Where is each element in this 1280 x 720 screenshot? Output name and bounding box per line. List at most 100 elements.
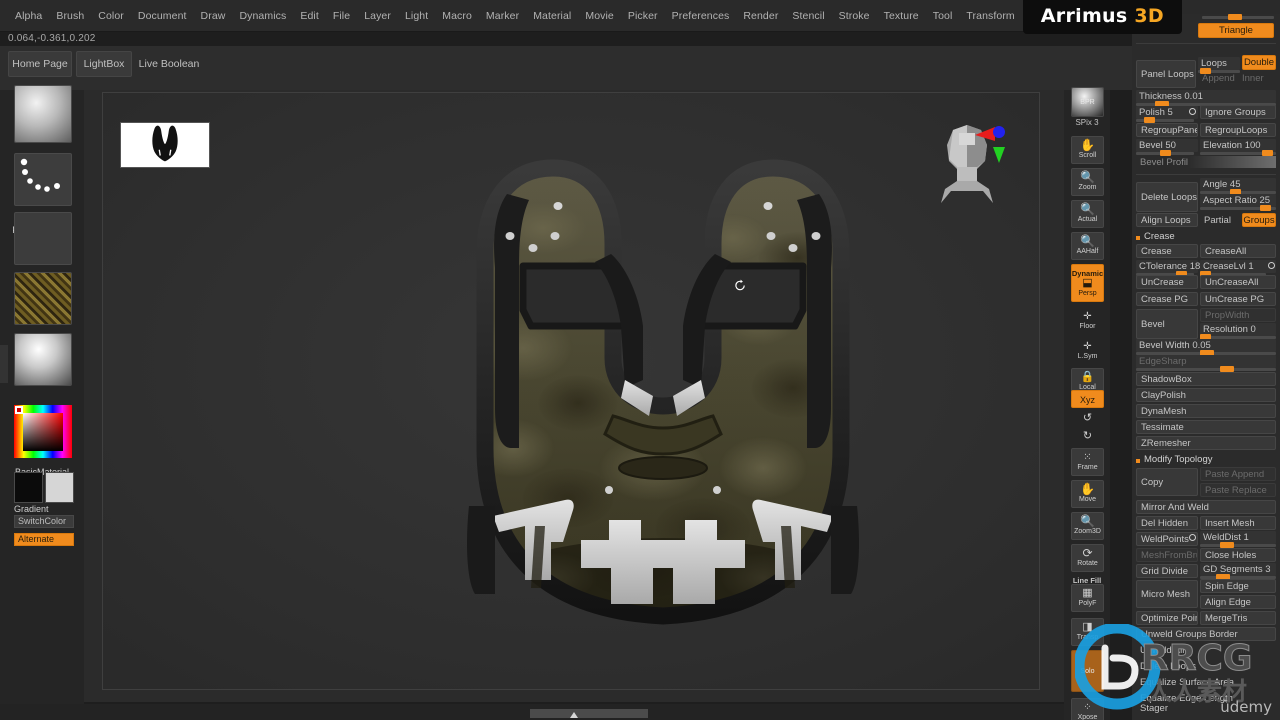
alternate-button[interactable]: Alternate [14,533,74,546]
crease-button[interactable]: Crease [1136,244,1198,258]
align-edge-button[interactable]: Align Edge [1200,595,1276,609]
xyz-button[interactable]: Xyz [1071,390,1104,408]
aahalf-button[interactable]: 🔍 AAHalf [1071,232,1104,260]
unweld-all-button[interactable]: Unweld All [1136,643,1276,657]
3d-model-chest-armor[interactable] [403,148,923,668]
undo-button[interactable]: ↺ [1071,410,1104,426]
bottom-scrollbar[interactable] [0,704,1064,720]
mesh-from-brush-button[interactable]: MeshFromBrush [1136,548,1198,562]
panel-loops-button[interactable]: Panel Loops [1136,60,1196,88]
menu-item-material[interactable]: Material [526,7,578,25]
inner-button[interactable]: Inner [1238,72,1272,85]
uncrease-pg-button[interactable]: UnCrease PG [1200,292,1276,306]
menu-item-draw[interactable]: Draw [194,7,233,25]
paste-append-button[interactable]: Paste Append [1200,467,1276,481]
menu-item-edit[interactable]: Edit [293,7,326,25]
ctolerance-slider[interactable]: CTolerance 180 [1136,260,1206,273]
unweld-groups-border-button[interactable]: Unweld Groups Border [1136,627,1276,641]
home-page-button[interactable]: Home Page [8,51,72,77]
align-loops-button[interactable]: Align Loops [1136,213,1198,227]
double-button[interactable]: Double [1242,55,1276,70]
transparency-button[interactable]: ◨ Transp [1071,618,1104,646]
texture-thumbnail[interactable] [14,272,72,325]
polyframe-button[interactable]: ▦ PolyF [1071,584,1104,612]
menu-item-texture[interactable]: Texture [877,7,926,25]
crease-lvl-toggle-dot[interactable] [1268,262,1275,269]
perspective-button[interactable]: Dynamic ⬓ Persp [1071,264,1104,302]
optimize-points-button[interactable]: Optimize Points [1136,611,1198,625]
stroke-thumbnail[interactable] [14,153,72,206]
redo-button[interactable]: ↻ [1071,428,1104,444]
menu-item-file[interactable]: File [326,7,357,25]
scroll-up-down-arrows[interactable] [565,708,585,719]
live-boolean-button[interactable]: Live Boolean [136,51,202,77]
delete-loops-button-2[interactable]: Delete Loops [1136,659,1276,673]
del-hidden-button[interactable]: Del Hidden [1136,516,1198,530]
switch-color-button[interactable]: SwitchColor [14,515,74,528]
spix-slider-label[interactable]: SPix 3 [1064,118,1110,127]
brush-thumbnail[interactable] [14,85,72,143]
color-picker[interactable] [14,405,72,458]
copy-button[interactable]: Copy [1136,468,1198,496]
frame-button[interactable]: ⁙ Frame [1071,448,1104,476]
xpose-button[interactable]: ⁘ Xpose [1071,698,1104,720]
dynamesh-button[interactable]: DynaMesh [1136,404,1276,418]
bevel-profile-graph[interactable] [1188,156,1276,168]
micro-mesh-button[interactable]: Micro Mesh [1136,580,1198,608]
navigation-gizmo[interactable] [927,115,1007,210]
zoom-button[interactable]: 🔍 Zoom [1071,168,1104,196]
document-page[interactable] [102,92,1040,690]
bevel-button[interactable]: Bevel [1136,309,1198,339]
insert-mesh-button[interactable]: Insert Mesh [1200,516,1276,530]
regroup-loops-button[interactable]: RegroupLoops [1200,123,1276,137]
append-button[interactable]: Append [1198,72,1236,85]
floor-button[interactable]: ✛ Floor [1071,308,1104,334]
menu-item-macro[interactable]: Macro [435,7,479,25]
edge-sharp-slider[interactable]: EdgeSharp [1136,355,1276,368]
color-picker-square[interactable] [23,413,63,451]
bpr-render-button[interactable]: BPR [1071,87,1104,117]
move-tool-button[interactable]: ✋ Move [1071,480,1104,508]
bottom-scrollbar-thumb[interactable] [530,709,648,718]
menu-item-stencil[interactable]: Stencil [785,7,831,25]
canvas-area[interactable] [84,90,1064,702]
gd-segments-slider[interactable]: GD Segments 3 [1200,563,1276,576]
zoom3d-button[interactable]: 🔍 Zoom3D [1071,512,1104,540]
menu-item-picker[interactable]: Picker [621,7,665,25]
edge-sharp-track[interactable] [1136,368,1276,371]
menu-item-brush[interactable]: Brush [49,7,91,25]
ignore-groups-button[interactable]: Ignore Groups [1200,105,1276,119]
secondary-color-swatch[interactable] [45,472,74,503]
sidebar-collapse-handle[interactable] [0,345,8,383]
menu-item-tool[interactable]: Tool [926,7,960,25]
menu-item-color[interactable]: Color [91,7,131,25]
menu-item-alpha[interactable]: Alpha [8,7,49,25]
regroup-panels-button[interactable]: RegroupPanels [1136,123,1198,137]
uncrease-all-button[interactable]: UnCreaseAll [1200,275,1276,289]
triangle-button[interactable]: Triangle [1198,23,1274,38]
grid-divide-button[interactable]: Grid Divide [1136,564,1198,578]
weld-points-toggle-dot[interactable] [1189,534,1196,541]
rotate-tool-button[interactable]: ⟳ Rotate [1071,544,1104,572]
tessimate-button[interactable]: Tessimate [1136,420,1276,434]
menu-item-layer[interactable]: Layer [357,7,398,25]
paste-replace-button[interactable]: Paste Replace [1200,483,1276,497]
claypolish-button[interactable]: ClayPolish [1136,388,1276,402]
groups-button[interactable]: Groups [1242,213,1276,227]
crease-all-button[interactable]: CreaseAll [1200,244,1276,258]
crease-pg-button[interactable]: Crease PG [1136,292,1198,306]
menu-item-transform[interactable]: Transform [959,7,1021,25]
scroll-button[interactable]: ✋ Scroll [1071,136,1104,164]
local-symmetry-button[interactable]: ✛ L.Sym [1071,338,1104,364]
menu-item-light[interactable]: Light [398,7,435,25]
menu-item-movie[interactable]: Movie [578,7,621,25]
menu-item-preferences[interactable]: Preferences [665,7,737,25]
uncrease-button[interactable]: UnCrease [1136,275,1198,289]
aspect-ratio-knob[interactable] [1260,205,1271,211]
crease-section-header[interactable]: Crease [1134,231,1175,242]
material-thumbnail[interactable] [14,333,72,386]
partial-button[interactable]: Partial [1200,213,1242,227]
menu-item-document[interactable]: Document [131,7,194,25]
shadowbox-button[interactable]: ShadowBox [1136,372,1276,386]
weld-dist-slider[interactable]: WeldDist 1 [1200,531,1276,544]
